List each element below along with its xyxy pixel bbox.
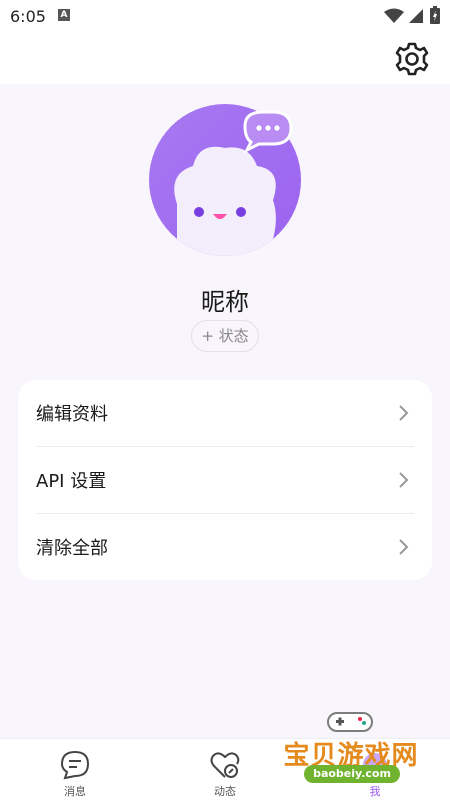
settings-menu: 编辑资料 API 设置 清除全部 [18,380,432,580]
chevron-right-icon [399,472,409,488]
wifi-icon [384,8,404,23]
edit-profile-item[interactable]: 编辑资料 [18,380,432,446]
profile-page: 昵称 + 状态 编辑资料 API 设置 清除全部 [0,84,450,738]
a-icon: A [58,9,70,21]
status-bar: 6:05 A [0,0,450,34]
watermark-logo: 宝贝游戏网 baobeiy.com [276,705,426,800]
message-icon [60,750,90,780]
menu-item-label: 编辑资料 [36,404,108,425]
tab-messages[interactable]: 消息 [0,739,150,800]
nickname[interactable]: 昵称 [0,282,450,317]
avatar[interactable] [149,104,301,256]
chevron-right-icon [399,539,409,555]
moments-icon [210,752,240,778]
battery-charging-icon [430,6,440,24]
menu-item-label: API 设置 [36,471,107,492]
status-time: 6:05 [10,7,46,26]
gear-icon[interactable] [393,40,431,78]
chevron-right-icon [399,405,409,421]
gamepad-icon [327,712,373,732]
signal-icon [409,9,423,23]
api-settings-item[interactable]: API 设置 [18,447,432,513]
add-status-button[interactable]: + 状态 [191,320,259,352]
top-bar [0,34,450,84]
clear-all-item[interactable]: 清除全部 [18,514,432,580]
tab-label: 消息 [64,785,86,798]
watermark-url: baobeiy.com [304,765,400,783]
menu-item-label: 清除全部 [36,538,108,559]
